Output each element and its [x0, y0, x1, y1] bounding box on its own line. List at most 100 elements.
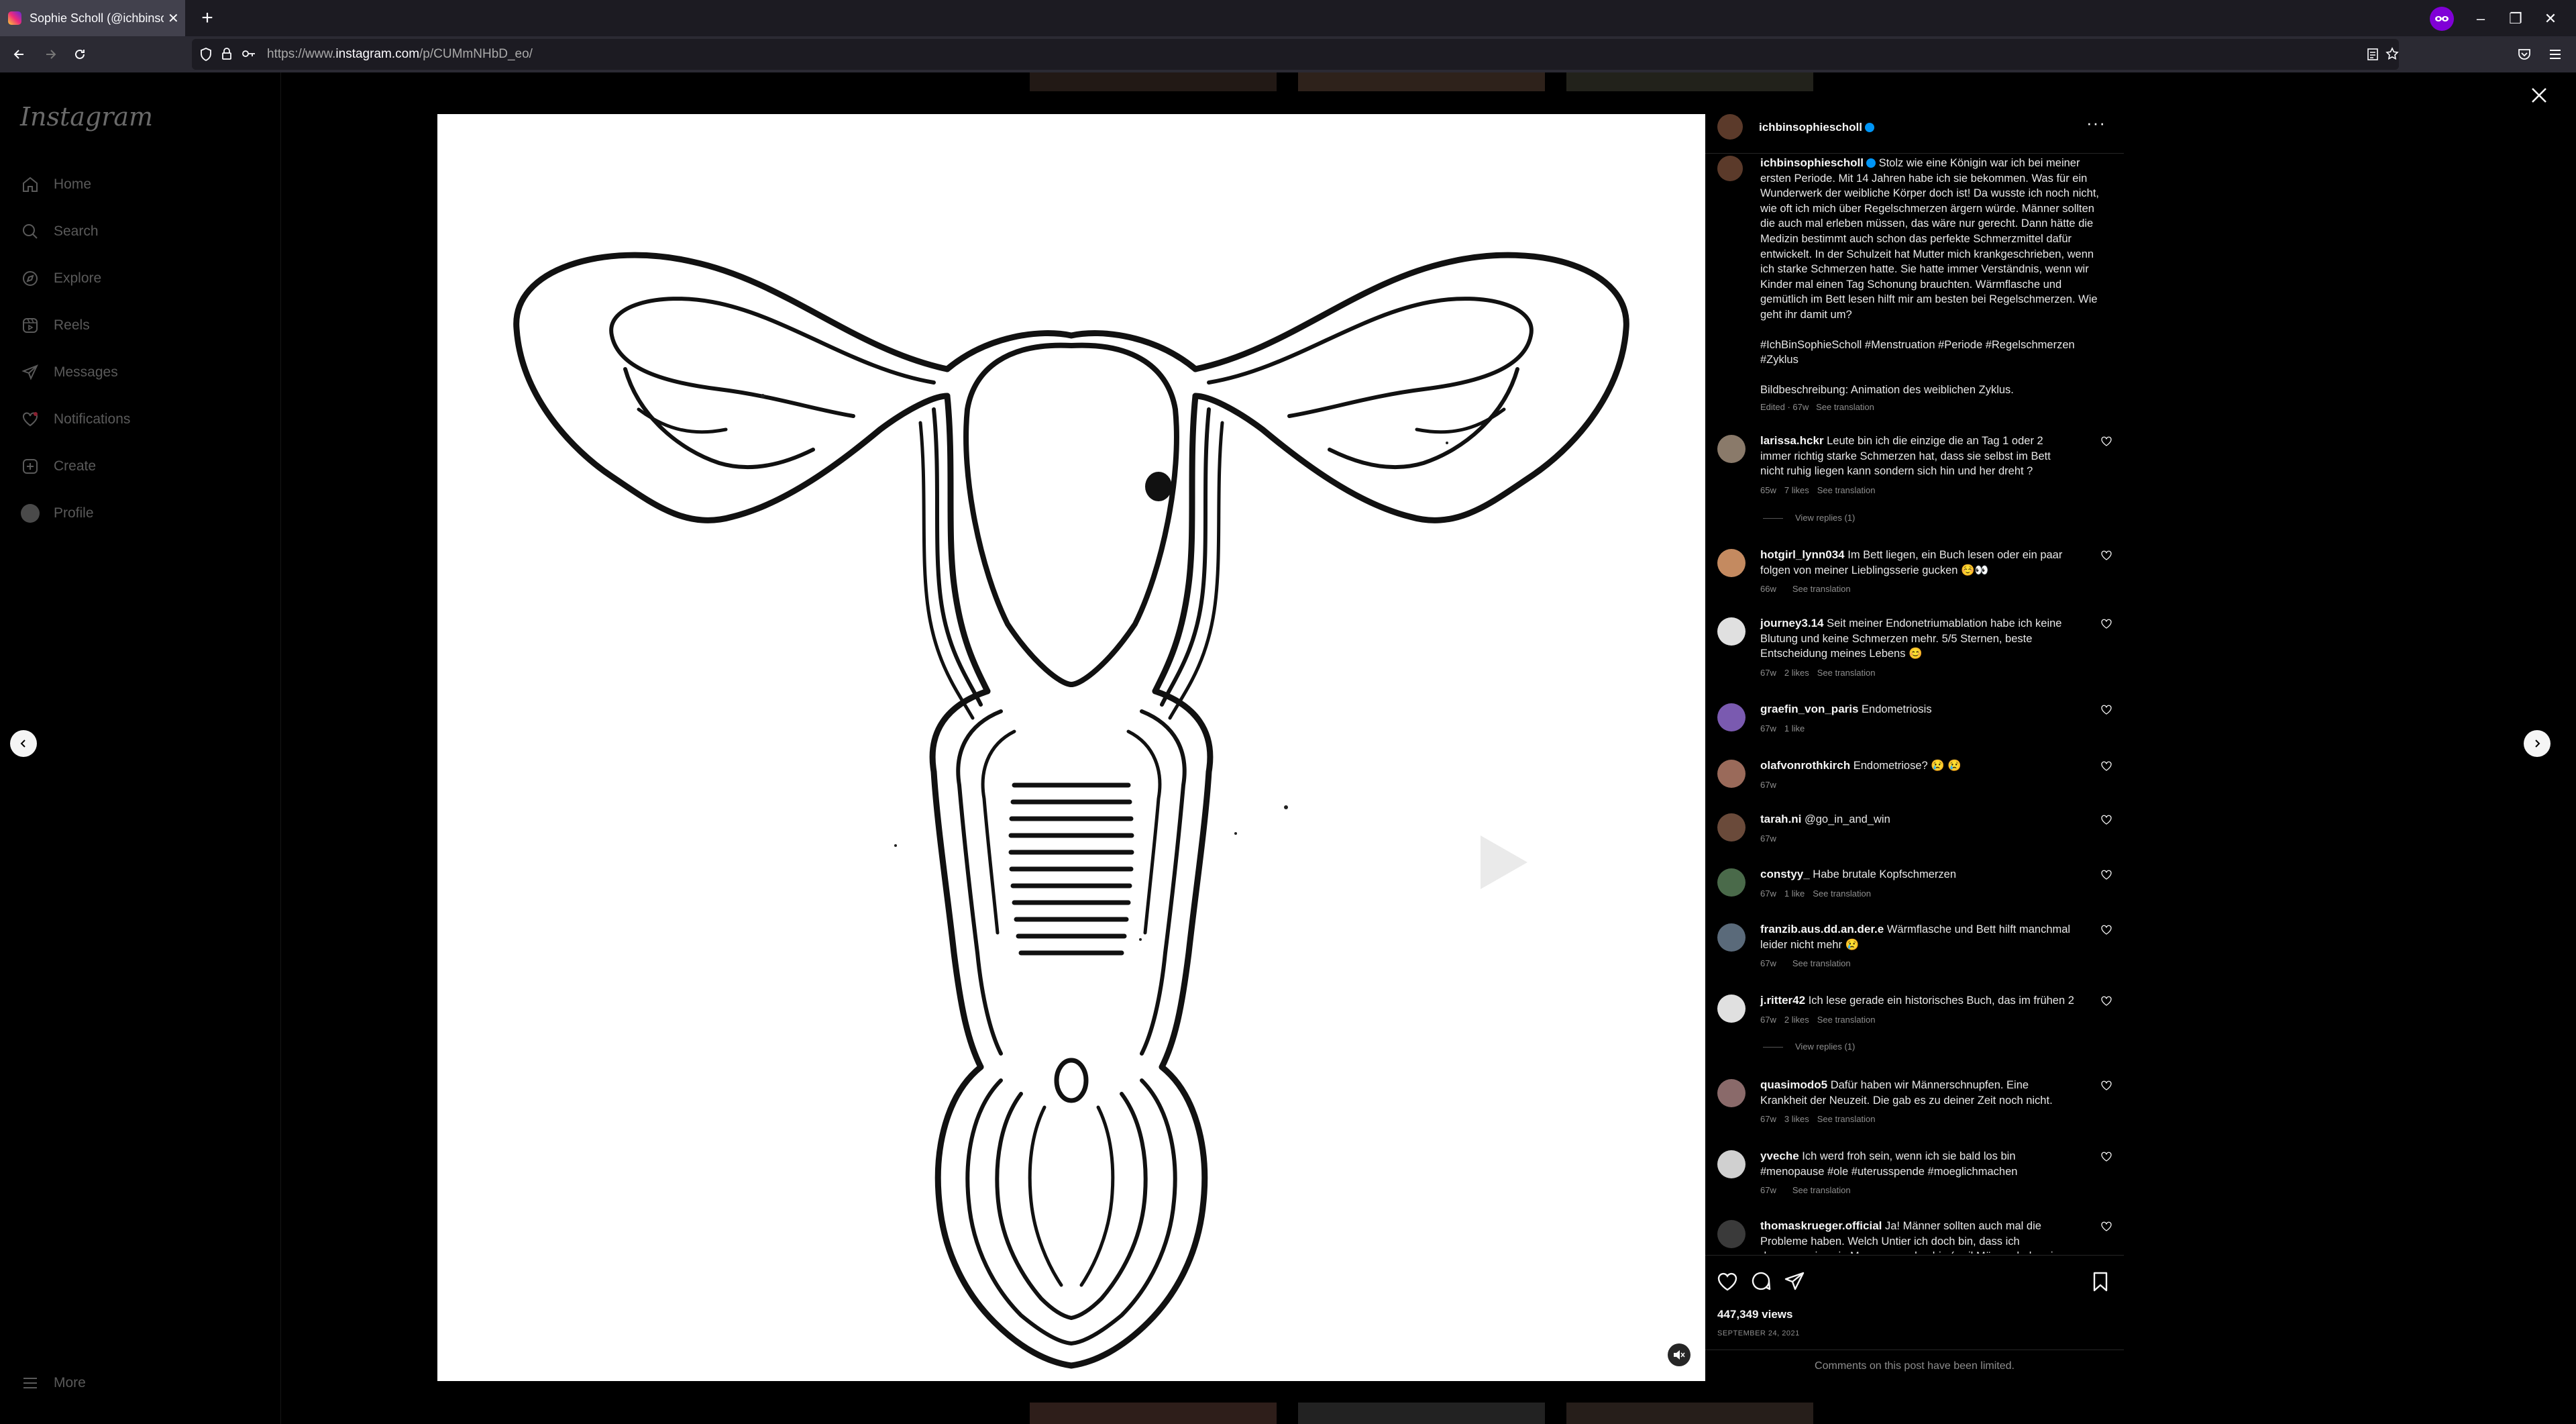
- post-date[interactable]: SEPTEMBER 24, 2021: [1717, 1329, 1800, 1337]
- address-bar[interactable]: https://www.instagram.com/p/CUMmNHbD_eo/: [192, 39, 2399, 70]
- comment-see-translation[interactable]: See translation: [1792, 584, 1851, 594]
- minimize-button[interactable]: –: [2469, 7, 2493, 31]
- play-icon[interactable]: [1481, 835, 1527, 889]
- view-replies-link[interactable]: View replies (1): [1763, 513, 1855, 523]
- comment-like-heart-icon[interactable]: [2101, 1152, 2112, 1162]
- save-bookmark-icon[interactable]: [2089, 1270, 2112, 1293]
- nav-profile[interactable]: Profile: [20, 497, 94, 530]
- commenter-avatar[interactable]: [1717, 617, 1746, 646]
- commenter-avatar[interactable]: [1717, 1150, 1746, 1178]
- commenter-username[interactable]: thomaskrueger.official: [1760, 1219, 1882, 1232]
- bookmark-star-icon[interactable]: [2385, 47, 2399, 60]
- commenter-avatar[interactable]: [1717, 1079, 1746, 1107]
- comment-see-translation[interactable]: See translation: [1792, 1185, 1851, 1195]
- post-media-video[interactable]: [437, 114, 1705, 1381]
- comment-like-heart-icon[interactable]: [2101, 996, 2112, 1007]
- comment-likes[interactable]: 3 likes: [1784, 1114, 1809, 1124]
- comment-likes[interactable]: 1 like: [1784, 888, 1805, 899]
- comment-bubble-icon[interactable]: [1750, 1270, 1772, 1293]
- commenter-avatar[interactable]: [1717, 995, 1746, 1023]
- nav-explore[interactable]: Explore: [20, 262, 101, 295]
- commenter-username[interactable]: franzib.aus.dd.an.der.e: [1760, 923, 1884, 935]
- comment-likes[interactable]: 2 likes: [1784, 1015, 1809, 1025]
- nav-messages[interactable]: Messages: [20, 356, 118, 389]
- view-replies-link[interactable]: View replies (1): [1763, 1041, 1855, 1052]
- commenter-avatar[interactable]: [1717, 813, 1746, 842]
- caption-author-avatar[interactable]: [1717, 156, 1743, 181]
- comment-like-heart-icon[interactable]: [2101, 761, 2112, 772]
- share-paper-plane-icon[interactable]: [1783, 1270, 1806, 1293]
- commenter-avatar[interactable]: [1717, 868, 1746, 897]
- commenter-username[interactable]: tarah.ni: [1760, 813, 1801, 825]
- commenter-username[interactable]: journey3.14: [1760, 617, 1824, 629]
- forward-button[interactable]: [38, 42, 63, 67]
- commenter-username[interactable]: yveche: [1760, 1150, 1799, 1162]
- commenter-avatar[interactable]: [1717, 760, 1746, 788]
- comment-likes[interactable]: 2 likes: [1784, 668, 1809, 678]
- author-avatar[interactable]: [1717, 114, 1743, 140]
- commenter-username[interactable]: olafvonrothkirch: [1760, 759, 1850, 772]
- pocket-icon[interactable]: [2512, 42, 2537, 67]
- instagram-logo[interactable]: Instagram: [20, 102, 153, 132]
- close-window-button[interactable]: ✕: [2538, 7, 2563, 31]
- comment-like-heart-icon[interactable]: [2101, 550, 2112, 561]
- comment-like-heart-icon[interactable]: [2101, 436, 2112, 447]
- commenter-username[interactable]: constyy_: [1760, 868, 1810, 880]
- browser-tab[interactable]: Sophie Scholl (@ichbinsophiescholl) ✕: [0, 0, 185, 36]
- author-username[interactable]: ichbinsophiescholl: [1759, 121, 1862, 134]
- comment-likes[interactable]: 1 like: [1784, 723, 1805, 733]
- commenter-username[interactable]: hotgirl_lynn034: [1760, 548, 1845, 561]
- nav-reels[interactable]: Reels: [20, 309, 90, 342]
- next-post-button[interactable]: [2524, 730, 2551, 757]
- comment-like-heart-icon[interactable]: [2101, 925, 2112, 935]
- comment-like-heart-icon[interactable]: [2101, 1080, 2112, 1091]
- previous-post-button[interactable]: [10, 730, 37, 757]
- commenter-avatar[interactable]: [1717, 435, 1746, 463]
- caption-see-translation[interactable]: See translation: [1816, 402, 1874, 412]
- shield-icon[interactable]: [200, 48, 212, 61]
- comment-like-heart-icon[interactable]: [2101, 815, 2112, 825]
- nav-more[interactable]: More: [20, 1366, 86, 1400]
- comment-see-translation[interactable]: See translation: [1817, 1114, 1876, 1124]
- commenter-avatar[interactable]: [1717, 1220, 1746, 1248]
- comment-see-translation[interactable]: See translation: [1813, 888, 1871, 899]
- comment-see-translation[interactable]: See translation: [1817, 1015, 1876, 1025]
- menu-hamburger-icon[interactable]: [2542, 42, 2568, 67]
- new-tab-button[interactable]: +: [195, 5, 220, 31]
- mute-toggle-button[interactable]: [1668, 1343, 1690, 1366]
- private-browsing-icon[interactable]: [2430, 7, 2454, 31]
- lock-icon[interactable]: [221, 47, 232, 60]
- url-text[interactable]: https://www.instagram.com/p/CUMmNHbD_eo/: [267, 47, 533, 62]
- comment-like-heart-icon[interactable]: [2101, 870, 2112, 880]
- comment-like-heart-icon[interactable]: [2101, 1221, 2112, 1232]
- reload-button[interactable]: [67, 42, 93, 67]
- comment-likes[interactable]: 7 likes: [1784, 485, 1809, 495]
- commenter-avatar[interactable]: [1717, 549, 1746, 577]
- more-options-icon[interactable]: ···: [2086, 113, 2106, 134]
- restore-button[interactable]: ❐: [2504, 7, 2528, 31]
- close-modal-button[interactable]: [2526, 82, 2553, 109]
- like-heart-icon[interactable]: [1716, 1270, 1739, 1293]
- commenter-username[interactable]: j.ritter42: [1760, 994, 1805, 1007]
- nav-search[interactable]: Search: [20, 215, 99, 248]
- back-button[interactable]: [7, 42, 32, 67]
- tab-close-icon[interactable]: ✕: [168, 10, 179, 27]
- commenter-username[interactable]: larissa.hckr: [1760, 435, 1824, 447]
- commenter-avatar[interactable]: [1717, 923, 1746, 952]
- commenter-username[interactable]: graefin_von_paris: [1760, 703, 1858, 715]
- nav-create[interactable]: Create: [20, 450, 96, 483]
- comments-list[interactable]: larissa.hckr Leute bin ich die einzige d…: [1705, 435, 2124, 1254]
- comment-see-translation[interactable]: See translation: [1792, 958, 1851, 968]
- views-count[interactable]: 447,349 views: [1717, 1308, 1792, 1321]
- commenter-username[interactable]: quasimodo5: [1760, 1078, 1827, 1091]
- nav-home[interactable]: Home: [20, 168, 91, 201]
- comment-see-translation[interactable]: See translation: [1817, 485, 1876, 495]
- caption-username[interactable]: ichbinsophiescholl: [1760, 156, 1864, 169]
- comment-see-translation[interactable]: See translation: [1817, 668, 1876, 678]
- comment-like-heart-icon[interactable]: [2101, 705, 2112, 715]
- commenter-avatar[interactable]: [1717, 703, 1746, 731]
- reader-view-icon[interactable]: [2367, 48, 2379, 61]
- post-header-author[interactable]: ichbinsophiescholl: [1759, 121, 1874, 134]
- permissions-icon[interactable]: [241, 48, 256, 59]
- nav-notifications[interactable]: Notifications: [20, 403, 130, 436]
